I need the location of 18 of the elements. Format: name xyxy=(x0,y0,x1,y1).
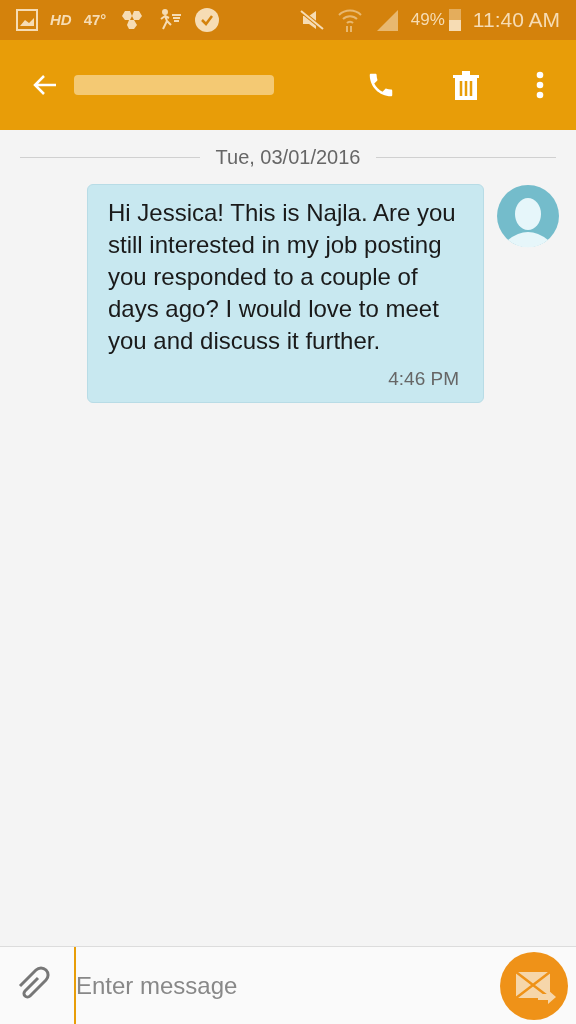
trash-icon[interactable] xyxy=(452,69,480,101)
more-options-icon[interactable] xyxy=(536,71,544,99)
temperature: 47° xyxy=(83,9,107,30)
check-bubble-icon xyxy=(194,7,221,33)
message-text: Hi Jessica! This is Najla. Are you still interested in my job posting you responded to a couple of days ago? I would love to meet you and discuss it further. xyxy=(108,198,457,356)
gallery-icon xyxy=(16,9,38,31)
avatar xyxy=(496,184,560,248)
back-arrow-icon[interactable] xyxy=(32,73,58,97)
date-divider-label: Tue, 03/01/2016 xyxy=(215,145,361,170)
message-input[interactable]: Enter message xyxy=(74,947,480,1024)
battery-icon xyxy=(448,9,461,31)
wifi-icon xyxy=(336,7,363,33)
mute-icon xyxy=(298,9,325,31)
clock: 11:40 AM xyxy=(472,7,560,34)
battery-percent: 49% xyxy=(410,9,445,32)
message-time: 4:46 PM xyxy=(388,367,459,391)
send-button[interactable] xyxy=(500,951,568,1020)
hd-indicator: HD xyxy=(50,9,72,30)
